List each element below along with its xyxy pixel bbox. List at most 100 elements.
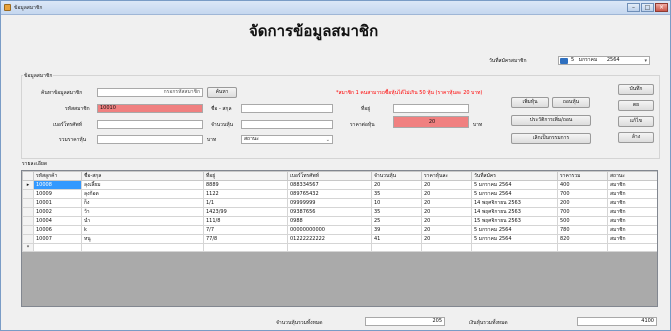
row-header[interactable] [22,198,34,208]
table-cell[interactable]: 111/8 [203,216,288,226]
shares-field[interactable] [241,120,333,129]
table-cell[interactable]: 20 [371,180,422,190]
table-cell[interactable]: 10001 [33,198,82,208]
table-cell[interactable]: 20 [421,216,472,226]
table-cell[interactable]: สมาชิก [607,207,657,217]
table-cell[interactable]: สมาชิก [607,180,657,190]
table-row[interactable]: 10007 หนู 77/8 01222222222 41 20 5 มกราคม 2564… [22,234,657,244]
table-cell[interactable]: 5 มกราคม 2564 [471,180,558,190]
row-header[interactable] [22,225,34,235]
table-cell[interactable]: 5 มกราคม 2564 [471,189,558,199]
status-select[interactable]: สถานะ ⌄ [241,135,333,144]
table-cell[interactable] [607,243,657,252]
table-cell[interactable]: 088334567 [287,180,372,190]
table-cell[interactable]: k [81,225,204,235]
name-field[interactable] [241,104,333,113]
table-row[interactable]: 10001 ก็ง 1/1 09999999 10 20 14 พฤศจิกายน 2563… [22,198,657,208]
table-cell[interactable] [203,243,288,252]
member-id-field[interactable]: 10010 [97,104,203,113]
date-picker[interactable]: 5 มกราคม 2564 ▾ [558,56,650,65]
search-input[interactable]: กรอกรหัสสมาชิก [97,88,203,97]
table-cell[interactable]: 09387656 [287,207,372,217]
table-cell[interactable]: 20 [421,198,472,208]
table-cell[interactable] [81,243,204,252]
close-button[interactable]: × [655,3,668,12]
table-cell[interactable]: ก็ง [81,198,204,208]
table-cell[interactable]: สมาชิก [607,216,657,226]
table-cell[interactable]: 500 [557,216,608,226]
address-field[interactable] [393,104,469,113]
table-cell[interactable]: น่ำ [81,216,204,226]
table-cell[interactable]: สมาชิก [607,225,657,235]
column-header[interactable]: ที่อยู่ [203,171,288,181]
phone-field[interactable] [97,120,203,129]
table-cell[interactable]: 820 [557,234,608,244]
table-cell[interactable]: 5 มกราคม 2564 [471,225,558,235]
edit-button[interactable]: แก้ไข [618,116,654,127]
add-shares-button[interactable]: เพิ่มหุ้น [511,97,549,108]
column-header[interactable]: ชื่อ-สกุล [81,171,204,181]
table-cell[interactable]: 39 [371,225,422,235]
table-cell[interactable]: 1423/99 [203,207,288,217]
maximize-button[interactable]: □ [641,3,654,12]
table-cell[interactable] [33,243,82,252]
table-row[interactable]: ▸ 10008 ลุงเลี้ยม 8889 088334567 20 20 5 มกราคม… [22,180,657,190]
table-cell[interactable] [371,243,422,252]
table-cell[interactable]: หนู [81,234,204,244]
save-button[interactable]: บันทึก [618,84,654,95]
withdraw-shares-button[interactable]: ถอนหุ้น [552,97,590,108]
members-grid[interactable]: รหัสลูกค้า ชื่อ-สกุล ที่อยู่ เบอร์โทรศัพท์จ… [21,170,658,307]
table-cell[interactable]: 7/7 [203,225,288,235]
total-money-field[interactable]: 4100 [577,317,657,326]
table-cell[interactable]: สมาชิก [607,234,657,244]
table-row[interactable]: 10002 ว้า 1423/99 09387656 35 20 14 พฤศจิกายน … [22,207,657,217]
column-header[interactable]: วันที่สมัคร [471,171,558,181]
column-header[interactable]: สถานะ [607,171,657,181]
column-header[interactable]: ราคาหุ้นละ [421,171,472,181]
total-field[interactable] [97,135,203,144]
table-cell[interactable]: 14 พฤศจิกายน 2563 [471,207,558,217]
table-cell[interactable]: 09999999 [287,198,372,208]
row-header[interactable]: ▸ [22,180,34,190]
table-cell[interactable]: 10008 [33,180,82,190]
table-cell[interactable]: 20 [421,234,472,244]
history-button[interactable]: ประวัติการเพิ่ม/ถอน [511,115,591,126]
table-cell[interactable] [557,243,608,252]
table-cell[interactable] [471,243,558,252]
row-header[interactable] [22,234,34,244]
total-shares-field[interactable]: 205 [365,317,445,326]
table-cell[interactable]: ลุงเลี้ยม [81,180,204,190]
table-cell[interactable] [421,243,472,252]
table-row[interactable]: 10006 k 7/7 00000000000 39 20 5 มกราคม 2564 780… [22,225,657,235]
row-header[interactable] [22,216,34,226]
table-row[interactable]: 10009 ลุงก้อด 1122 089765432 35 20 5 มกราคม 25… [22,189,657,199]
new-table-row[interactable]: * [22,243,657,252]
table-cell[interactable]: 200 [557,198,608,208]
table-cell[interactable]: 10009 [33,189,82,199]
table-cell[interactable]: 77/8 [203,234,288,244]
column-header[interactable]: จำนวนหุ้น [371,171,422,181]
table-cell[interactable]: ว้า [81,207,204,217]
table-cell[interactable]: 780 [557,225,608,235]
search-button[interactable]: ค้นหา [207,87,237,98]
table-cell[interactable]: 10007 [33,234,82,244]
delete-button[interactable]: ล้าง [618,132,654,143]
table-cell[interactable]: 35 [371,189,422,199]
table-cell[interactable]: 700 [557,207,608,217]
table-cell[interactable]: 0988 [287,216,372,226]
table-cell[interactable]: 20 [421,180,472,190]
price-field[interactable]: 20 [393,116,469,128]
table-cell[interactable]: 20 [421,207,472,217]
table-cell[interactable]: 15 พฤศจิกายน 2563 [471,216,558,226]
table-cell[interactable]: 20 [421,225,472,235]
table-cell[interactable]: 10 [371,198,422,208]
table-cell[interactable]: 700 [557,189,608,199]
table-cell[interactable]: 20 [421,189,472,199]
table-cell[interactable]: 41 [371,234,422,244]
column-header[interactable]: รหัสลูกค้า [33,171,82,181]
row-header[interactable] [22,207,34,217]
table-cell[interactable]: 5 มกราคม 2564 [471,234,558,244]
table-cell[interactable] [287,243,372,252]
table-cell[interactable]: 089765432 [287,189,372,199]
column-header[interactable]: เบอร์โทรศัพท์ [287,171,372,181]
